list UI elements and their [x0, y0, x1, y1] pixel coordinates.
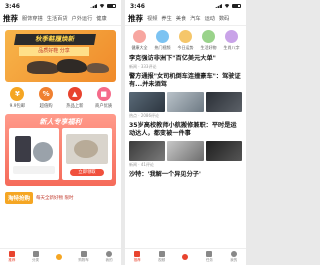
play-icon	[156, 30, 169, 43]
shoes-promo-banner[interactable]: 秋季鞋履焕新 品质好鞋 分享	[5, 30, 116, 82]
tab-fashion[interactable]: 服饰穿搭	[22, 15, 43, 22]
claim-button[interactable]: 立即领取	[70, 169, 104, 176]
nav-tasks[interactable]: 任务	[206, 251, 213, 263]
news-item[interactable]: 35岁高校教师小航搬修兼职：平时是运动达人，都变被一件事 新闻 · 41评论	[125, 122, 246, 168]
shortcut-health[interactable]: 健康大全	[129, 30, 151, 51]
shoe-image	[57, 59, 87, 73]
home-icon	[8, 251, 15, 257]
category-tabs: 推荐 服饰穿搭 生活百货 户外运行 健康	[0, 12, 121, 26]
tab-digital[interactable]: 数码	[219, 15, 229, 22]
task-icon	[206, 251, 213, 257]
nav-video[interactable]: 视频	[158, 251, 165, 263]
status-bar: 3:46	[0, 0, 121, 12]
home-icon	[134, 251, 141, 257]
tab-health[interactable]: 健康	[96, 15, 106, 22]
news-thumbnail	[205, 141, 242, 161]
plus-icon	[182, 253, 189, 260]
shortcut-hot-video[interactable]: 热门视频	[152, 30, 174, 51]
battery-icon	[107, 4, 116, 8]
grid-icon	[32, 251, 39, 257]
signal-icon	[215, 4, 222, 8]
tab-wellness[interactable]: 养生	[161, 15, 171, 22]
tab-food[interactable]: 美食	[176, 15, 186, 22]
tab-daily-goods[interactable]: 生活百货	[47, 15, 68, 22]
shortcut-new-hot[interactable]: ▲ 热品上新	[61, 87, 89, 109]
bag-icon: ■	[96, 87, 111, 101]
gift-icon	[55, 253, 62, 260]
star-icon	[179, 30, 192, 43]
nav-home[interactable]: 推荐	[8, 251, 15, 263]
tab-outdoor[interactable]: 户外运行	[72, 15, 93, 22]
shoe-image	[87, 63, 109, 73]
cart-icon	[80, 251, 87, 257]
newcomer-sale-panel[interactable]: 新人专享福利 立即领取	[5, 114, 116, 186]
bottom-navigation: 推荐 分类 购物车 我的	[0, 248, 121, 265]
news-thumbnail	[167, 141, 204, 161]
nav-center[interactable]	[55, 253, 62, 261]
shortcut-goods[interactable]: 生活好物	[198, 30, 220, 51]
banner-title: 秋季鞋履焕新	[14, 34, 96, 45]
news-thumbnail	[129, 92, 166, 112]
wifi-icon	[224, 4, 230, 8]
nav-profile[interactable]: 我的	[230, 251, 237, 263]
heart-icon	[133, 30, 146, 43]
battery-icon	[232, 4, 241, 8]
news-item[interactable]: 沙特：'我解一个异见分子'	[125, 171, 246, 179]
shortcut-free-shipping[interactable]: ¥ 9.9包邮	[3, 87, 31, 109]
zodiac-icon	[225, 30, 238, 43]
tab-recommend[interactable]: 推荐	[3, 13, 18, 24]
banner-subtitle: 品质好鞋 分享	[19, 47, 89, 56]
nav-profile[interactable]: 我的	[106, 251, 113, 263]
bag-icon	[202, 30, 215, 43]
product-image	[33, 142, 53, 162]
right-phone-screen: 3:46 推荐 视频 养生 美食 汽车 运动 数码 健康大全 热门视频 今日运势	[125, 0, 246, 265]
status-bar: 3:46	[125, 0, 246, 12]
status-time: 3:46	[130, 2, 145, 10]
bottom-navigation: 推荐 视频 任务 我的	[125, 248, 246, 265]
signal-icon	[90, 4, 97, 8]
shortcut-value-deals[interactable]: % 超值购	[32, 87, 60, 109]
news-item[interactable]: 警方通报"女司机倒车连撞豪车"：驾驶证有...并未酒驾 热点 · 2086评论	[125, 73, 246, 119]
user-icon	[230, 251, 237, 257]
flash-sale-text: 每天全新好物 限时	[36, 196, 74, 201]
channel-tabs: 推荐 视频 养生 美食 汽车 运动 数码	[125, 12, 246, 26]
category-shortcuts: ¥ 9.9包邮 % 超值购 ▲ 热品上新 ■ 商户优质	[0, 87, 121, 109]
tab-video[interactable]: 视频	[147, 15, 157, 22]
news-thumbnail	[129, 141, 166, 161]
nav-center[interactable]	[182, 253, 189, 261]
product-card[interactable]: 立即领取	[62, 128, 112, 180]
news-thumbnail	[167, 92, 204, 112]
product-image	[15, 136, 31, 162]
shortcut-quality-merchants[interactable]: ■ 商户优质	[90, 87, 118, 109]
coin-icon: ¥	[10, 87, 25, 101]
sale-title: 新人专享福利	[39, 118, 82, 126]
tab-cars[interactable]: 汽车	[190, 15, 200, 22]
flame-icon: ▲	[67, 87, 82, 101]
nav-cart[interactable]: 购物车	[78, 251, 89, 263]
tab-sports[interactable]: 运动	[205, 15, 215, 22]
nav-category[interactable]: 分类	[32, 251, 39, 263]
shoe-image	[27, 61, 59, 74]
wifi-icon	[99, 4, 105, 8]
shortcut-fortune[interactable]: 今日运势	[175, 30, 197, 51]
tab-recommend[interactable]: 推荐	[128, 13, 143, 24]
user-icon	[106, 251, 113, 257]
play-icon	[158, 251, 165, 257]
nav-home[interactable]: 推荐	[134, 251, 141, 263]
feature-shortcuts: 健康大全 热门视频 今日运势 生活好物 生肖八字	[125, 26, 246, 51]
news-thumbnail	[205, 92, 242, 112]
flash-sale-strip[interactable]: 淘特抢购 每天全新好物 限时	[5, 190, 116, 206]
status-time: 3:46	[5, 2, 20, 10]
flash-sale-logo: 淘特抢购	[5, 192, 34, 204]
shortcut-zodiac[interactable]: 生肖八字	[221, 30, 243, 51]
news-item[interactable]: 李克强访非洲下"百亿美元大单" 新闻 · 333评论	[125, 55, 246, 70]
product-card[interactable]	[9, 128, 59, 180]
left-phone-screen: 3:46 推荐 服饰穿搭 生活百货 户外运行 健康 秋季鞋履焕新 品质好鞋 分享…	[0, 0, 121, 265]
percent-icon: %	[39, 87, 54, 101]
